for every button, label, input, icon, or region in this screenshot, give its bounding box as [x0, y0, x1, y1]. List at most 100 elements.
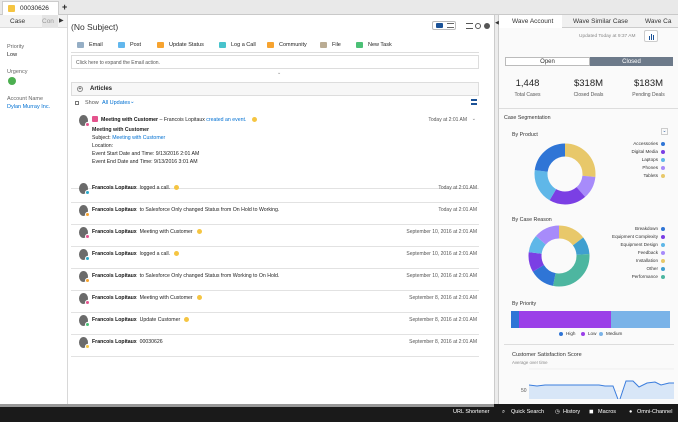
legend-item[interactable]: Equipment Design	[620, 242, 665, 247]
action-community[interactable]: Community	[267, 42, 307, 48]
coin-icon	[184, 317, 190, 323]
toggle-closed[interactable]: Closed	[590, 57, 673, 66]
satisfaction-title: Customer Satisfaction Score	[512, 352, 582, 358]
feed-timestamp[interactable]: September 8, 2016 at 2:01 AM	[409, 317, 477, 323]
tab-wave-ca[interactable]: Wave Ca	[645, 18, 672, 25]
feed-item: Francois Lopitaux 00030626 September 8, …	[71, 335, 479, 357]
legend-item[interactable]: Performance	[632, 274, 665, 279]
legend-item[interactable]: Digital Media	[631, 149, 665, 154]
tab-case[interactable]: Case	[10, 18, 25, 25]
action-update-status[interactable]: Update Status	[157, 42, 204, 48]
legend-item[interactable]: Accessories	[633, 141, 665, 146]
kpi-total-cases: 1,448 Total Cases	[500, 78, 555, 98]
feed-view-toggle[interactable]	[432, 21, 456, 30]
gear-icon[interactable]	[475, 23, 481, 29]
chevron-down-icon[interactable]: ⌄	[130, 99, 135, 105]
url-shortener-button[interactable]: URL Shortener	[453, 409, 489, 415]
coin-icon	[174, 185, 180, 191]
priority-bar-medium[interactable]	[611, 311, 670, 328]
legend-item[interactable]: Other	[647, 266, 665, 271]
expand-plus-icon[interactable]: +	[77, 86, 83, 92]
toggle-open[interactable]: Open	[505, 57, 590, 66]
feed-timestamp[interactable]: September 10, 2016 at 2:01 AM	[406, 229, 477, 235]
articles-label: Articles	[90, 86, 113, 92]
legend-item[interactable]: High	[559, 331, 575, 336]
update-status-icon	[157, 42, 164, 48]
chart-icon[interactable]	[644, 30, 658, 42]
event-actor[interactable]: Francois Lopitaux	[164, 117, 205, 123]
horizontal-scrollbar[interactable]	[0, 404, 494, 407]
chevron-down-icon[interactable]: ⌄	[472, 116, 476, 122]
chevron-down-icon[interactable]: ⌄	[277, 70, 281, 76]
omni-channel-button[interactable]: Omni-Channel	[637, 409, 672, 415]
priority-bar-high[interactable]	[511, 311, 519, 328]
email-action-expander[interactable]: Click here to expand the Email action.	[71, 55, 479, 69]
legend-item[interactable]: Tablets	[643, 173, 665, 178]
end-value: 9/13/2016 3:01 AM	[154, 159, 198, 165]
chevron-right-icon[interactable]: ▶	[59, 17, 64, 24]
feed-actor[interactable]: Francois Lopitaux	[92, 185, 137, 191]
feed-actor[interactable]: Francois Lopitaux	[92, 229, 137, 235]
chevron-down-icon[interactable]: ⌄	[661, 128, 668, 135]
subject-value[interactable]: Meeting with Customer	[112, 135, 165, 141]
feed-timestamp[interactable]: Today at 2:01 AM	[438, 207, 477, 213]
y-tick-label: 50	[521, 388, 527, 394]
legend-item[interactable]: Breakdown	[635, 226, 665, 231]
action-post[interactable]: Post	[118, 42, 141, 48]
feed-timestamp[interactable]: September 8, 2016 at 2:01 AM	[409, 339, 477, 345]
case-badge-icon	[85, 344, 90, 349]
plus-icon[interactable]: +	[62, 2, 67, 12]
chat-icon[interactable]	[436, 23, 443, 28]
action-file[interactable]: File	[320, 42, 341, 48]
quick-search-button[interactable]: Quick Search	[511, 409, 544, 415]
action-new-task[interactable]: New Task	[356, 42, 392, 48]
legend-item[interactable]: Feedback	[638, 250, 665, 255]
case-workspace-tab[interactable]: 00030626	[2, 1, 59, 15]
publisher-actions: Email Post Update Status Log a Call Comm…	[71, 39, 479, 53]
feed-timestamp[interactable]: September 8, 2016 at 2:01 AM	[409, 295, 477, 301]
legend-item[interactable]: Low	[581, 331, 596, 336]
tab-contact[interactable]: Con	[42, 15, 58, 28]
history-button[interactable]: History	[563, 409, 580, 415]
urgency-indicator	[8, 77, 16, 85]
event-link[interactable]: Meeting with Customer	[92, 127, 149, 133]
feed-timestamp[interactable]: Today at 2:01 AM	[438, 185, 477, 191]
tab-wave-account[interactable]: Wave Account	[499, 15, 562, 28]
feed-actor[interactable]: Francois Lopitaux	[92, 251, 137, 257]
feed-actor[interactable]: Francois Lopitaux	[92, 339, 137, 345]
legend-item[interactable]: Equipment Complexity	[612, 234, 665, 239]
list-icon[interactable]	[447, 23, 454, 28]
funnel-icon[interactable]	[471, 99, 477, 105]
calendar-icon	[92, 116, 98, 122]
legend-item[interactable]: Phones	[642, 165, 665, 170]
show-filter-select[interactable]: All Updates	[102, 100, 130, 106]
feed-actor[interactable]: Francois Lopitaux	[92, 273, 137, 279]
divider	[499, 108, 678, 109]
menu-icon[interactable]	[466, 23, 473, 29]
legend-item[interactable]: Installation	[636, 258, 665, 263]
event-timestamp[interactable]: Today at 2:01 AM	[428, 117, 467, 123]
macros-button[interactable]: Macros	[598, 409, 616, 415]
feed-timestamp[interactable]: September 10, 2016 at 2:01 AM	[406, 273, 477, 279]
kpi-value: $318M	[573, 78, 604, 89]
divider	[504, 344, 674, 345]
articles-section[interactable]: + Articles	[71, 82, 479, 96]
task-badge-icon	[85, 322, 90, 327]
start-label: Event Start Date and Time:	[92, 151, 155, 157]
action-email[interactable]: Email	[77, 42, 103, 48]
feed-timestamp[interactable]: September 10, 2016 at 2:01 AM	[406, 251, 477, 257]
legend-item[interactable]: Medium	[599, 331, 622, 336]
legend-item[interactable]: Laptops	[642, 157, 665, 162]
help-icon[interactable]	[484, 23, 490, 29]
omni-channel-icon: ●	[629, 409, 633, 415]
priority-bar	[511, 311, 670, 328]
account-name-link[interactable]: Dylan Murray Inc.	[7, 104, 50, 110]
tab-wave-similar-case[interactable]: Wave Similar Case	[573, 18, 628, 25]
feed-actor[interactable]: Francois Lopitaux	[92, 317, 137, 323]
left-subtabs: Case Con ▶	[0, 15, 67, 28]
priority-bar-low[interactable]	[518, 311, 612, 328]
event-title[interactable]: Meeting with Customer	[101, 117, 158, 123]
action-log-a-call[interactable]: Log a Call	[219, 42, 256, 48]
feed-actor[interactable]: Francois Lopitaux	[92, 295, 137, 301]
feed-actor[interactable]: Francois Lopitaux	[92, 207, 137, 213]
